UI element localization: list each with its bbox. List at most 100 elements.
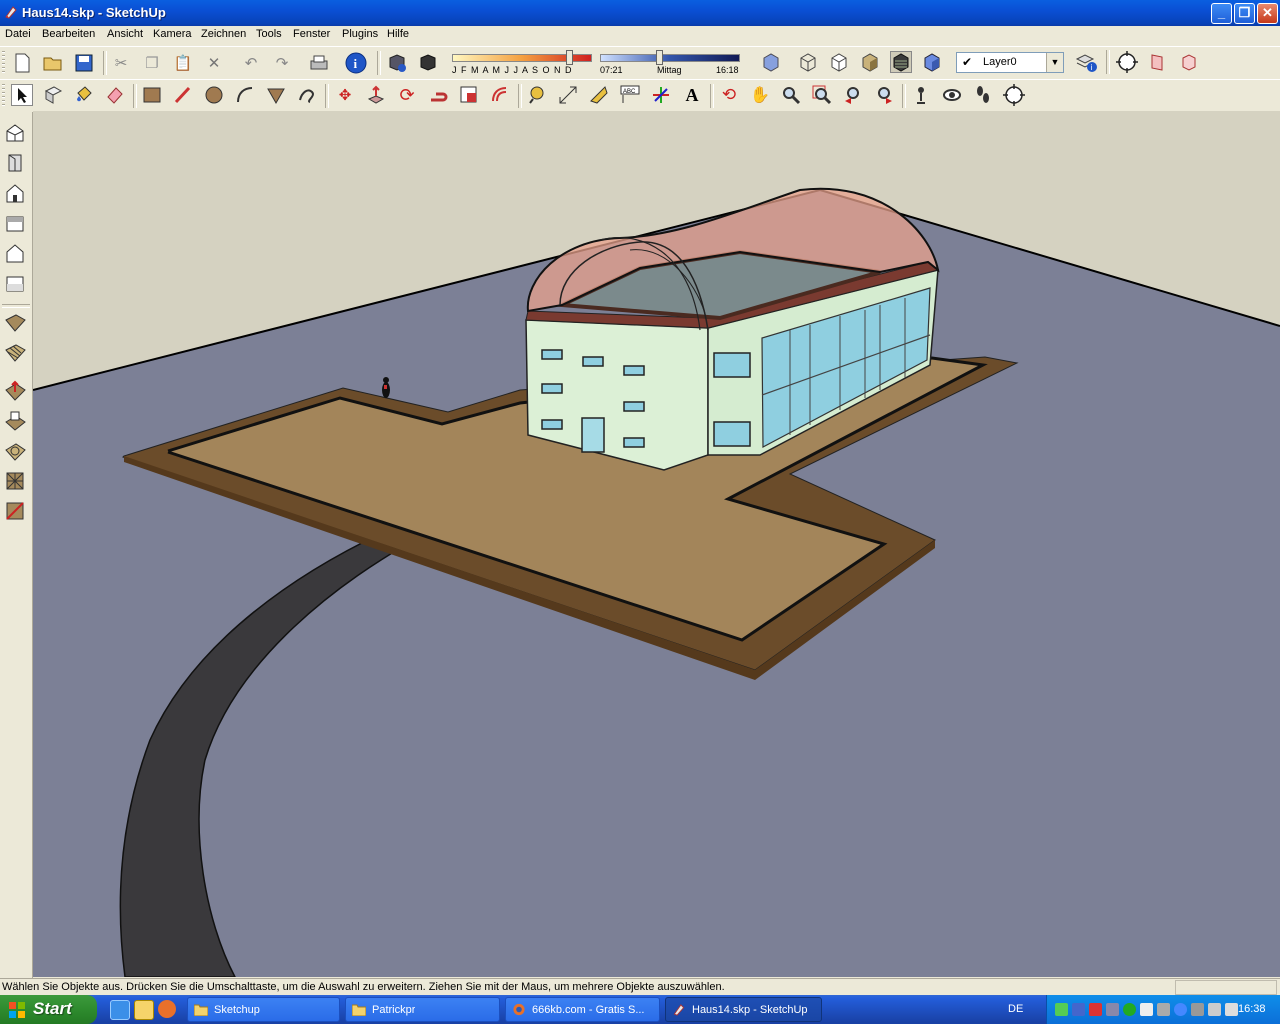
- group-icon[interactable]: [417, 52, 439, 74]
- menu-plugins[interactable]: Plugins: [342, 28, 378, 40]
- redo-icon[interactable]: ↷: [271, 52, 293, 74]
- follow-me-icon[interactable]: [427, 84, 449, 106]
- push-pull-icon[interactable]: [365, 84, 387, 106]
- paste-icon[interactable]: 📋: [172, 52, 194, 74]
- move-icon[interactable]: ✥: [334, 84, 356, 106]
- drape-icon[interactable]: [4, 440, 26, 462]
- freehand-icon[interactable]: [296, 84, 318, 106]
- top-view-icon[interactable]: [4, 152, 26, 174]
- section-plane-icon[interactable]: [1147, 51, 1169, 73]
- language-indicator[interactable]: DE: [1008, 1003, 1023, 1015]
- zoom-window-icon[interactable]: [811, 84, 833, 106]
- 3d-text-icon[interactable]: A: [681, 84, 703, 106]
- right-view-icon[interactable]: [4, 212, 26, 234]
- smoove-icon[interactable]: [4, 380, 26, 402]
- menu-kamera[interactable]: Kamera: [153, 28, 192, 40]
- erase-icon[interactable]: ✕: [203, 52, 225, 74]
- ie-quicklaunch-icon[interactable]: [110, 1000, 130, 1020]
- cut-icon[interactable]: ✂: [110, 52, 132, 74]
- toolbar-grip[interactable]: [2, 51, 5, 75]
- previous-view-icon[interactable]: [842, 84, 864, 106]
- task-firefox[interactable]: 666kb.com - Gratis S...: [505, 997, 660, 1022]
- shaded-texture-icon[interactable]: [890, 51, 912, 73]
- look-around-icon[interactable]: [941, 84, 963, 106]
- restore-button[interactable]: ❐: [1234, 3, 1255, 24]
- close-button[interactable]: ✕: [1257, 3, 1278, 24]
- layer-dropdown[interactable]: ✔ Layer0 ▼: [956, 52, 1064, 73]
- app-tray-icon[interactable]: [1072, 1003, 1085, 1016]
- paint-bucket-icon[interactable]: [73, 84, 95, 106]
- eraser-icon[interactable]: [104, 84, 126, 106]
- sandbox-from-scratch-icon[interactable]: [4, 342, 26, 364]
- minimize-button[interactable]: _: [1211, 3, 1232, 24]
- media-quicklaunch-icon[interactable]: [134, 1000, 154, 1020]
- task-sketchup-folder[interactable]: Sketchup: [187, 997, 340, 1022]
- walk-icon[interactable]: [972, 84, 994, 106]
- xray-icon[interactable]: [760, 51, 782, 73]
- component-icon[interactable]: [386, 52, 408, 74]
- rotate-icon[interactable]: ⟳: [396, 84, 418, 106]
- offset-icon[interactable]: [489, 84, 511, 106]
- add-detail-icon[interactable]: [4, 470, 26, 492]
- select-icon[interactable]: [11, 84, 33, 106]
- undo-icon[interactable]: ↶: [240, 52, 262, 74]
- shadow-time-slider[interactable]: [600, 54, 740, 62]
- orbit-icon[interactable]: ⟲: [718, 84, 740, 106]
- left-view-icon[interactable]: [4, 272, 26, 294]
- menu-bearbeiten[interactable]: Bearbeiten: [42, 28, 95, 40]
- monochrome-icon[interactable]: [921, 51, 943, 73]
- shaded-icon[interactable]: [859, 51, 881, 73]
- network-tray-icon[interactable]: [1055, 1003, 1068, 1016]
- scale-icon[interactable]: [458, 84, 480, 106]
- layer-manager-icon[interactable]: i: [1075, 51, 1097, 73]
- clock[interactable]: 16:38: [1238, 1003, 1266, 1015]
- arc-icon[interactable]: [234, 84, 256, 106]
- printer-tray-icon[interactable]: [1191, 1003, 1204, 1016]
- sandbox-from-contours-icon[interactable]: [4, 312, 26, 334]
- toolbar-grip[interactable]: [2, 84, 5, 108]
- print-icon[interactable]: [308, 52, 330, 74]
- stamp-icon[interactable]: [4, 410, 26, 432]
- flip-edge-icon[interactable]: [4, 500, 26, 522]
- menu-zeichnen[interactable]: Zeichnen: [201, 28, 246, 40]
- model-info-icon[interactable]: i: [345, 52, 367, 74]
- app-tray-icon[interactable]: [1157, 1003, 1170, 1016]
- front-view-icon[interactable]: [4, 182, 26, 204]
- search-tray-icon[interactable]: [1174, 1003, 1187, 1016]
- rectangle-icon[interactable]: [141, 84, 163, 106]
- text-icon[interactable]: ABC: [619, 84, 641, 106]
- copy-icon[interactable]: ❐: [141, 52, 163, 74]
- back-view-icon[interactable]: [4, 242, 26, 264]
- make-component-icon[interactable]: [42, 84, 64, 106]
- orbit-target-icon[interactable]: [1116, 51, 1138, 73]
- app-tray-icon[interactable]: [1106, 1003, 1119, 1016]
- start-button[interactable]: Start: [0, 995, 97, 1024]
- chevron-down-icon[interactable]: ▼: [1046, 53, 1063, 72]
- mail-tray-icon[interactable]: [1208, 1003, 1221, 1016]
- model-viewport[interactable]: [33, 111, 1280, 977]
- app-tray-icon[interactable]: [1123, 1003, 1136, 1016]
- menu-tools[interactable]: Tools: [256, 28, 282, 40]
- task-sketchup-window[interactable]: Haus14.skp - SketchUp: [665, 997, 822, 1022]
- zoom-extents-icon[interactable]: [1003, 84, 1025, 106]
- menu-hilfe[interactable]: Hilfe: [387, 28, 409, 40]
- iso-view-icon[interactable]: [4, 122, 26, 144]
- task-patrickpr-folder[interactable]: Patrickpr: [345, 997, 500, 1022]
- dimension-icon[interactable]: [557, 84, 579, 106]
- measurements-box[interactable]: [1175, 980, 1277, 995]
- position-camera-icon[interactable]: [910, 84, 932, 106]
- new-icon[interactable]: [11, 52, 33, 74]
- zoom-icon[interactable]: [780, 84, 802, 106]
- safely-remove-tray-icon[interactable]: [1225, 1003, 1238, 1016]
- line-icon[interactable]: [172, 84, 194, 106]
- firefox-quicklaunch-icon[interactable]: [158, 1000, 176, 1018]
- pan-icon[interactable]: ✋: [749, 84, 771, 106]
- shadow-time-thumb[interactable]: [656, 50, 663, 65]
- axes-icon[interactable]: [650, 84, 672, 106]
- shadow-month-thumb[interactable]: [566, 50, 573, 65]
- hidden-line-icon[interactable]: [828, 51, 850, 73]
- section-display-icon[interactable]: [1178, 51, 1200, 73]
- circle-icon[interactable]: [203, 84, 225, 106]
- menu-ansicht[interactable]: Ansicht: [107, 28, 143, 40]
- next-view-icon[interactable]: [873, 84, 895, 106]
